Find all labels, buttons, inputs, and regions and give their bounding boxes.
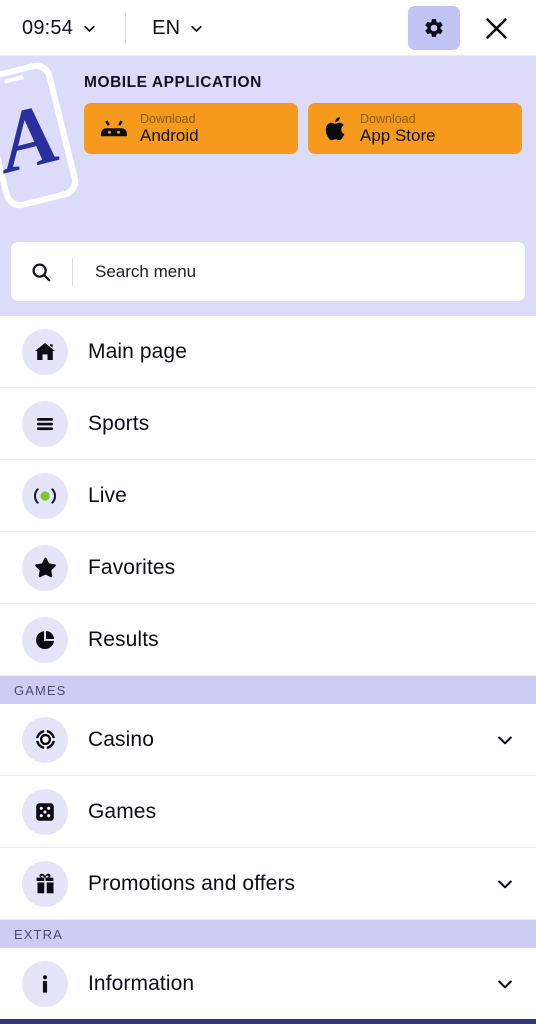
android-download-label: Download	[140, 111, 196, 126]
menu-item-main-page[interactable]: Main page	[0, 316, 536, 388]
search-box[interactable]	[11, 242, 525, 301]
topbar-divider	[125, 13, 127, 43]
svg-text:A: A	[0, 84, 68, 192]
live-dot-icon	[22, 472, 68, 519]
bottom-accent-bar	[0, 1019, 536, 1024]
menu-item-label: Games	[88, 799, 157, 823]
banner-content: MOBILE APPLICATION Download Android Down…	[84, 74, 524, 154]
chevron-down-icon	[82, 21, 97, 36]
apple-icon	[325, 116, 347, 142]
appstore-download-label: Download	[360, 111, 416, 126]
section-header-extra: EXTRA	[0, 920, 536, 948]
close-button[interactable]	[470, 6, 522, 50]
gear-icon	[423, 17, 445, 39]
casino-chip-icon	[22, 716, 68, 763]
menu-item-label: Information	[88, 971, 195, 995]
search-divider	[72, 257, 73, 286]
search-input[interactable]	[95, 261, 525, 282]
mobile-app-banner: A MOBILE APPLICATION Download Android Do…	[0, 56, 536, 242]
menu-item-favorites[interactable]: Favorites	[0, 532, 536, 604]
section-header-games: GAMES	[0, 676, 536, 704]
android-platform-label: Android	[140, 125, 199, 145]
menu-lines-icon	[22, 400, 68, 447]
gift-icon	[22, 860, 68, 907]
menu-item-live[interactable]: Live	[0, 460, 536, 532]
home-icon	[22, 328, 68, 375]
language-label: EN	[152, 16, 181, 39]
download-android-button[interactable]: Download Android	[84, 103, 298, 154]
pie-chart-icon	[22, 616, 68, 663]
dice-icon	[22, 788, 68, 835]
menu-item-information[interactable]: Information	[0, 948, 536, 1020]
language-selector[interactable]: EN	[152, 17, 204, 40]
appstore-labels: Download App Store	[360, 112, 436, 146]
menu-item-label: Favorites	[88, 555, 176, 579]
menu-item-label: Casino	[88, 727, 154, 751]
time-selector[interactable]: 09:54	[22, 17, 97, 40]
menu-item-label: Sports	[88, 411, 150, 435]
chevron-down-icon[interactable]	[494, 729, 516, 751]
banner-title: MOBILE APPLICATION	[84, 74, 262, 91]
menu-item-results[interactable]: Results	[0, 604, 536, 676]
close-icon	[483, 15, 510, 42]
menu-item-casino[interactable]: Casino	[0, 704, 536, 776]
mobile-menu-screen: 09:54 EN A MOBILE APPLICATION Download A…	[0, 0, 536, 1024]
chevron-down-icon[interactable]	[494, 973, 516, 995]
search-icon	[30, 261, 52, 283]
phone-illustration: A	[0, 62, 79, 209]
top-bar: 09:54 EN	[0, 0, 536, 56]
android-labels: Download Android	[140, 112, 199, 146]
star-icon	[22, 544, 68, 591]
menu-item-label: Main page	[88, 339, 187, 363]
menu-item-label: Live	[88, 483, 127, 507]
search-section	[0, 242, 536, 316]
menu-item-promotions[interactable]: Promotions and offers	[0, 848, 536, 920]
menu-item-sports[interactable]: Sports	[0, 388, 536, 460]
info-icon	[22, 960, 68, 1007]
download-buttons: Download Android Download App Store	[84, 103, 524, 154]
download-appstore-button[interactable]: Download App Store	[308, 103, 522, 154]
chevron-down-icon	[189, 21, 204, 36]
menu-list: Main page Sports Live Favorites Results …	[0, 316, 536, 1024]
menu-item-label: Promotions and offers	[88, 871, 296, 895]
appstore-platform-label: App Store	[360, 125, 436, 145]
chevron-down-icon[interactable]	[494, 873, 516, 895]
current-time: 09:54	[22, 16, 74, 39]
settings-button[interactable]	[408, 6, 460, 50]
android-icon	[101, 119, 127, 138]
menu-item-label: Results	[88, 627, 159, 651]
menu-item-games[interactable]: Games	[0, 776, 536, 848]
